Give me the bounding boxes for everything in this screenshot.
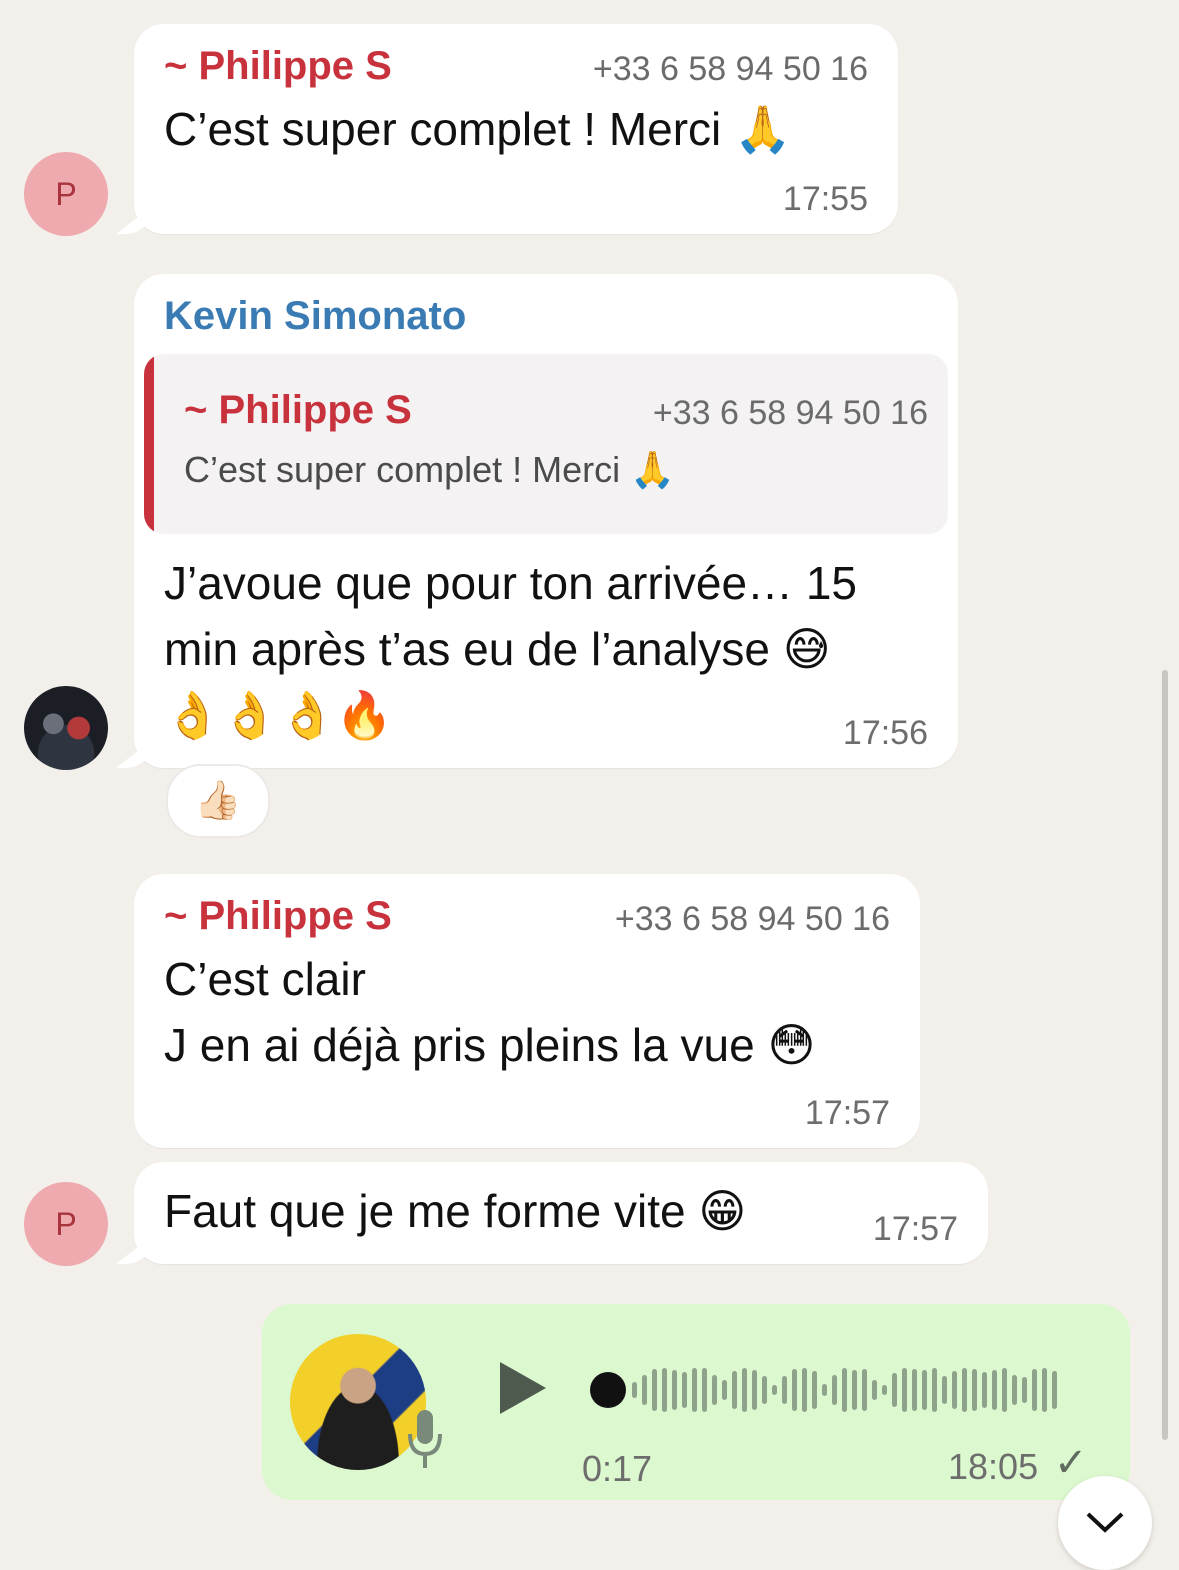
- waveform-bar: [902, 1368, 907, 1412]
- waveform-bar: [742, 1368, 747, 1412]
- sender-name[interactable]: ~ Philippe S: [164, 894, 392, 939]
- scrollbar[interactable]: [1162, 670, 1168, 1440]
- sender-phone: +33 6 58 94 50 16: [592, 50, 868, 88]
- waveform-bar: [912, 1369, 917, 1411]
- waveform-bar: [802, 1368, 807, 1412]
- waveform-bar: [662, 1368, 667, 1412]
- quote-sender: ~ Philippe S: [184, 388, 412, 432]
- scroll-to-bottom-button[interactable]: [1058, 1476, 1152, 1570]
- waveform-bar: [672, 1370, 677, 1410]
- voice-waveform[interactable]: [588, 1362, 1088, 1418]
- message-bubble[interactable]: ~ Philippe S +33 6 58 94 50 16 C’est sup…: [134, 24, 898, 234]
- waveform-bar: [832, 1375, 837, 1405]
- message-time: 17:56: [842, 714, 928, 752]
- waveform-scrubber: [590, 1372, 626, 1408]
- avatar-letter: P: [55, 1205, 77, 1242]
- quote-phone: +33 6 58 94 50 16: [652, 394, 928, 432]
- voice-message-bubble[interactable]: 0:17 18:05 ✓: [262, 1304, 1130, 1500]
- message-text: C’est clair J en ai déjà pris pleins la …: [164, 953, 816, 1071]
- avatar-philippe[interactable]: P: [24, 1182, 108, 1266]
- waveform-bar: [652, 1369, 657, 1411]
- waveform-bar: [982, 1372, 987, 1408]
- waveform-bar: [1022, 1377, 1027, 1403]
- quote-bar: [144, 354, 154, 534]
- waveform-bar: [812, 1371, 817, 1409]
- message-text: C’est super complet ! Merci 🙏: [164, 103, 792, 155]
- waveform-bar: [842, 1368, 847, 1412]
- sender-name[interactable]: ~ Philippe S: [164, 44, 392, 89]
- message-bubble[interactable]: Faut que je me forme vite 😁 17:57: [134, 1162, 988, 1264]
- sent-check-icon: ✓: [1054, 1441, 1088, 1485]
- reaction-badge[interactable]: 👍🏻: [166, 764, 270, 838]
- message-time: 17:57: [872, 1210, 958, 1248]
- waveform-bar: [882, 1385, 887, 1395]
- waveform-bar: [992, 1370, 997, 1410]
- play-icon[interactable]: [498, 1360, 548, 1416]
- waveform-bar: [1012, 1375, 1017, 1405]
- waveform-bar: [682, 1372, 687, 1408]
- waveform-bar: [822, 1384, 827, 1396]
- waveform-bar: [642, 1375, 647, 1405]
- waveform-bar: [772, 1385, 777, 1395]
- waveform-bar: [712, 1375, 717, 1405]
- chevron-down-icon: [1086, 1512, 1124, 1533]
- waveform-bar: [632, 1382, 637, 1398]
- voice-time: 18:05: [948, 1446, 1039, 1487]
- waveform-bar: [872, 1380, 877, 1400]
- waveform-bar: [892, 1373, 897, 1407]
- waveform-bar: [922, 1370, 927, 1410]
- sender-name[interactable]: Kevin Simonato: [164, 294, 466, 339]
- waveform-bar: [1032, 1369, 1037, 1411]
- waveform-bar: [862, 1369, 867, 1411]
- waveform-bar: [762, 1376, 767, 1404]
- waveform-bar: [692, 1368, 697, 1412]
- avatar-philippe[interactable]: P: [24, 152, 108, 236]
- message-time: 17:57: [804, 1094, 890, 1132]
- waveform-bar: [972, 1369, 977, 1411]
- waveform-bar: [932, 1368, 937, 1412]
- message-bubble[interactable]: ~ Philippe S +33 6 58 94 50 16 C’est cla…: [134, 874, 920, 1148]
- waveform-bar: [1002, 1368, 1007, 1412]
- reaction-emoji: 👍🏻: [194, 780, 242, 822]
- waveform-bar: [702, 1368, 707, 1412]
- quoted-message[interactable]: ~ Philippe S +33 6 58 94 50 16 C’est sup…: [144, 354, 948, 534]
- message-time: 17:55: [782, 180, 868, 218]
- message-bubble[interactable]: Kevin Simonato ~ Philippe S +33 6 58 94 …: [134, 274, 958, 768]
- waveform-bar: [792, 1369, 797, 1411]
- waveform-bar: [1052, 1371, 1057, 1409]
- waveform-bar: [722, 1380, 727, 1400]
- waveform-bar: [732, 1371, 737, 1409]
- waveform-bar: [1042, 1368, 1047, 1412]
- message-text: J’avoue que pour ton arrivée… 15 min apr…: [164, 557, 857, 741]
- microphone-icon: [408, 1410, 442, 1468]
- avatar-kevin[interactable]: [24, 686, 108, 770]
- waveform-bar: [782, 1376, 787, 1404]
- waveform-bar: [962, 1368, 967, 1412]
- waveform-bar: [752, 1370, 757, 1410]
- message-text: Faut que je me forme vite 😁: [164, 1185, 747, 1237]
- waveform-bar: [952, 1371, 957, 1409]
- waveform-bar: [852, 1370, 857, 1410]
- avatar-letter: P: [55, 175, 77, 212]
- sender-phone: +33 6 58 94 50 16: [614, 900, 890, 938]
- quote-text: C’est super complet ! Merci 🙏: [184, 449, 675, 490]
- voice-duration: 0:17: [582, 1448, 653, 1489]
- waveform-bar: [942, 1376, 947, 1404]
